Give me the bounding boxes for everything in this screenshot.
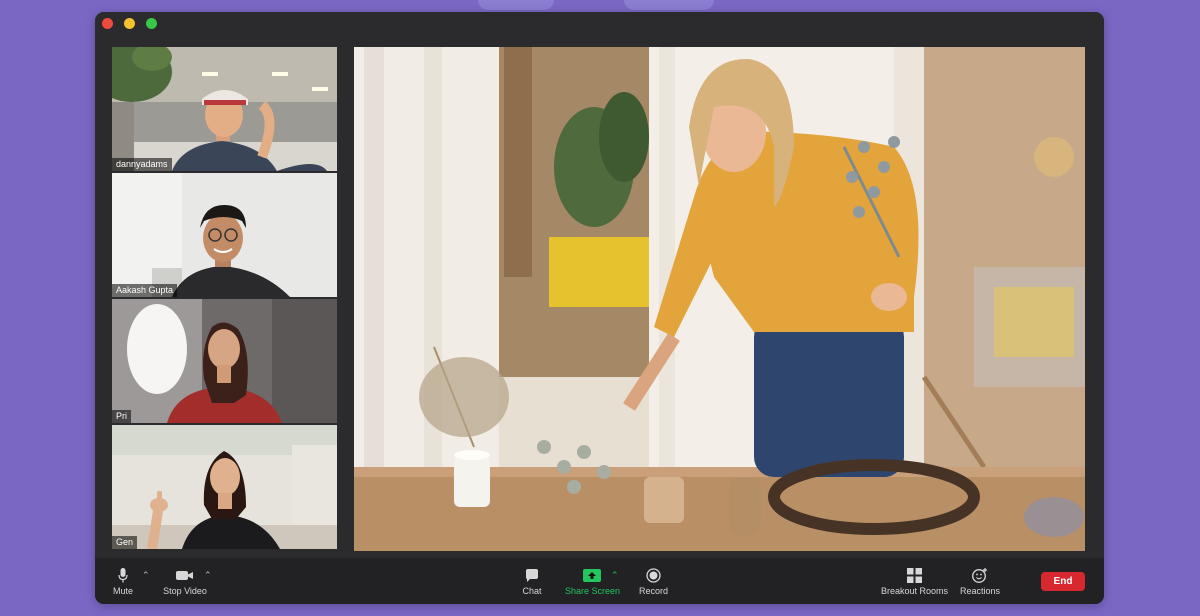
close-window-button[interactable]	[102, 18, 113, 29]
record-button[interactable]: Record	[639, 568, 669, 596]
title-bar	[95, 12, 1104, 36]
share-screen-label: Share Screen	[565, 586, 621, 596]
chat-button[interactable]: Chat	[521, 568, 543, 596]
active-speaker-image	[354, 47, 1085, 551]
video-options-chevron-icon[interactable]: ⌃	[204, 570, 212, 581]
participant-name: Pri	[112, 410, 131, 423]
minimize-window-button[interactable]	[124, 18, 135, 29]
breakout-rooms-icon	[906, 568, 922, 583]
chat-label: Chat	[522, 586, 542, 596]
mute-options-chevron-icon[interactable]: ⌃	[142, 570, 150, 581]
participant-name: Aakash Gupta	[112, 284, 178, 297]
breakout-rooms-label: Breakout Rooms	[881, 586, 949, 596]
participant-video-tile[interactable]: Pri	[112, 299, 337, 423]
mute-label: Mute	[112, 586, 133, 596]
background-decoration	[478, 0, 554, 10]
breakout-rooms-button[interactable]: Breakout Rooms	[881, 568, 949, 596]
stop-video-label: Stop Video	[163, 586, 207, 596]
share-options-chevron-icon[interactable]: ⌃	[611, 570, 619, 581]
meeting-toolbar: Mute ⌃ Stop Video ⌃ Chat Share Screen ⌃	[95, 558, 1104, 604]
microphone-icon	[118, 568, 128, 583]
background-decoration	[624, 0, 714, 10]
participant-video-tile[interactable]: dannyadams	[112, 47, 337, 171]
participant-name: dannyadams	[112, 158, 172, 171]
participant-video	[112, 47, 337, 171]
share-screen-icon	[583, 569, 601, 582]
stop-video-button[interactable]: Stop Video	[161, 568, 209, 596]
participant-video	[112, 299, 337, 423]
participant-name: Gen	[112, 536, 138, 549]
reactions-button[interactable]: Reactions	[959, 568, 1001, 596]
record-icon	[645, 568, 661, 583]
end-meeting-button[interactable]: End	[1041, 572, 1085, 591]
participant-video	[112, 173, 337, 297]
reactions-icon	[972, 568, 987, 583]
reactions-label: Reactions	[959, 586, 1001, 596]
active-speaker-video[interactable]	[354, 47, 1085, 551]
video-camera-icon	[176, 571, 193, 580]
mute-button[interactable]: Mute	[110, 568, 136, 596]
participant-video-tile[interactable]: Gen	[112, 425, 337, 549]
meeting-window: dannyadams Aakash Gupta Pri Gen Mute ⌃ S…	[95, 12, 1104, 604]
record-label: Record	[639, 586, 669, 596]
zoom-window-button[interactable]	[146, 18, 157, 29]
chat-bubble-icon	[526, 569, 538, 582]
participant-video	[112, 425, 337, 549]
participant-video-tile[interactable]: Aakash Gupta	[112, 173, 337, 297]
